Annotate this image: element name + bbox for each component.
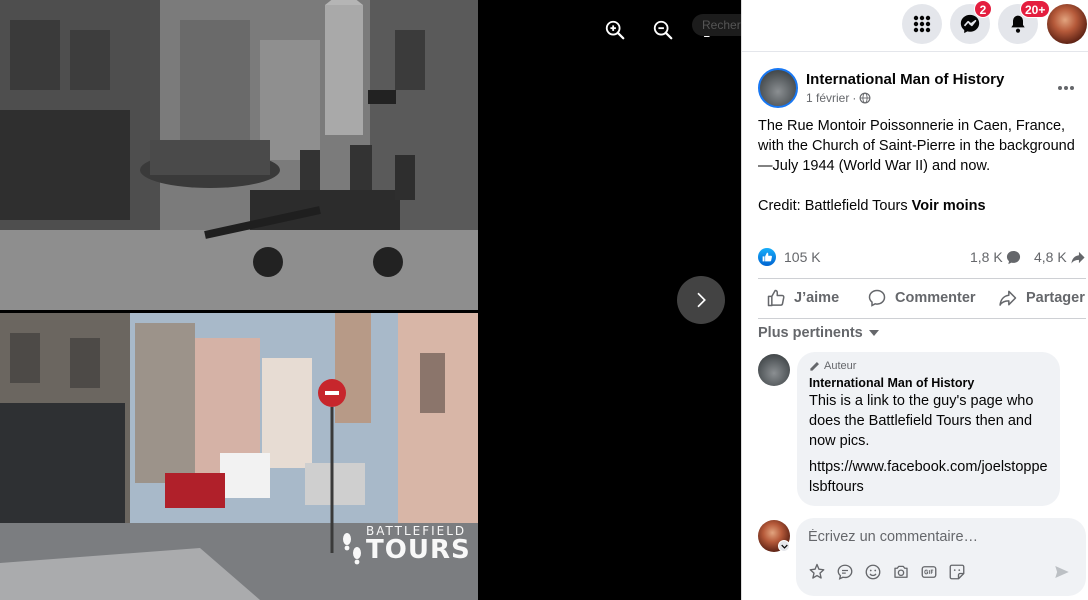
zoom-out-icon — [653, 20, 673, 40]
gif-button[interactable] — [919, 562, 939, 582]
comment-input-box — [796, 518, 1086, 596]
more-options-button[interactable] — [1054, 76, 1078, 100]
chevron-down-icon — [780, 544, 788, 549]
top-navigation: 2 20+ — [742, 0, 1088, 52]
comment-sort-label: Plus pertinents — [758, 325, 863, 341]
author-tag-label: Auteur — [824, 360, 857, 372]
like-reaction-icon[interactable] — [758, 248, 776, 266]
grid-menu-icon — [913, 15, 931, 33]
post-actions: J’aime Commenter Partager — [758, 280, 1088, 316]
avatar-sticker-button[interactable] — [807, 562, 827, 582]
camera-icon — [894, 565, 908, 578]
emoji-button[interactable] — [863, 562, 883, 582]
comment-outline-icon — [868, 289, 886, 307]
comment-composer — [758, 518, 1088, 598]
comment-count[interactable]: 1,8 K — [970, 249, 1021, 265]
share-count[interactable]: 4,8 K — [1034, 249, 1086, 265]
avatar-sticker-icon — [809, 563, 825, 579]
post-header: International Man of History 1 février · — [758, 68, 1078, 108]
globe-icon — [859, 92, 871, 104]
send-comment-button[interactable] — [1052, 562, 1072, 582]
more-dots-icon — [1058, 86, 1074, 90]
share-outline-icon — [999, 290, 1017, 306]
share-button-label: Partager — [1026, 290, 1085, 306]
see-less-link[interactable]: Voir moins — [912, 198, 986, 214]
comment-text: This is a link to the guy's page who doe… — [809, 393, 1034, 449]
battlefield-tours-watermark: BATTLEFIELD TOURS — [340, 525, 471, 565]
account-avatar[interactable] — [1047, 4, 1087, 44]
page-avatar[interactable] — [758, 68, 798, 108]
messenger-badge: 2 — [974, 0, 992, 18]
caret-down-icon — [868, 330, 879, 336]
photo-1944-illustration — [0, 0, 478, 310]
photo-1944 — [0, 0, 478, 310]
comment-sort-dropdown[interactable]: Plus pertinents — [758, 325, 879, 341]
footprints-icon — [343, 533, 361, 565]
zoom-out-button[interactable] — [649, 16, 677, 44]
comment-input[interactable] — [808, 526, 1068, 548]
share-button[interactable]: Partager — [998, 280, 1085, 316]
facebook-photo-viewer: BATTLEFIELD TOURS Recher 2 20+ Internati… — [0, 0, 1088, 600]
search-input-ghost[interactable]: Rechercher sur Facebook — [692, 14, 741, 36]
sticker-icon — [949, 564, 965, 580]
emoji-icon — [865, 564, 881, 580]
reactions-bar: 105 K 1,8 K 4,8 K — [758, 246, 1086, 268]
notifications-badge: 20+ — [1020, 0, 1051, 18]
send-icon — [1055, 566, 1069, 578]
post-text: The Rue Montoir Poissonnerie in Caen, Fr… — [758, 116, 1080, 236]
photo-viewer: BATTLEFIELD TOURS Recher — [0, 0, 741, 600]
page-name-link[interactable]: International Man of History — [806, 71, 1004, 88]
menu-button[interactable] — [902, 4, 942, 44]
pencil-icon — [810, 361, 819, 371]
divider — [758, 278, 1086, 279]
thumbs-up-outline-icon — [767, 289, 785, 307]
zoom-in-icon — [605, 20, 625, 40]
like-button-label: J’aime — [794, 290, 840, 306]
gif-icon — [921, 566, 937, 578]
message-sticker-icon — [837, 564, 853, 580]
camera-button[interactable] — [891, 562, 911, 582]
post-panel: 2 20+ International Man of History 1 fév… — [741, 0, 1088, 600]
author-tag: Auteur — [809, 359, 1048, 373]
share-count-value: 4,8 K — [1034, 249, 1067, 265]
messenger-button[interactable]: 2 — [950, 0, 992, 44]
commenter-name-link[interactable]: International Man of History — [809, 376, 1048, 390]
notifications-button[interactable]: 20+ — [998, 0, 1051, 44]
post-date[interactable]: 1 février — [806, 91, 849, 105]
post-credit: Credit: Battlefield Tours Voir moins — [758, 196, 1080, 216]
post-meta: 1 février · — [806, 91, 871, 105]
comment-sticker-button[interactable] — [835, 562, 855, 582]
comment-button[interactable]: Commenter — [867, 280, 976, 316]
post-text-paragraph: The Rue Montoir Poissonnerie in Caen, Fr… — [758, 118, 1075, 174]
divider — [758, 318, 1086, 319]
profile-switch-chevron[interactable] — [778, 540, 790, 552]
comment-bubble: Auteur International Man of History This… — [797, 352, 1060, 506]
zoom-in-button[interactable] — [601, 16, 629, 44]
like-count[interactable]: 105 K — [784, 249, 821, 265]
meta-separator: · — [852, 91, 857, 105]
thumbs-up-icon — [762, 252, 772, 262]
comment-button-label: Commenter — [895, 290, 976, 306]
comment-link[interactable]: https://www.facebook.com/joelstoppelsbft… — [809, 457, 1048, 497]
commenter-avatar[interactable] — [758, 354, 790, 386]
comment-bubble-icon — [1006, 250, 1020, 264]
post-credit-text: Credit: Battlefield Tours — [758, 198, 912, 214]
sticker-button[interactable] — [947, 562, 967, 582]
comment-count-value: 1,8 K — [970, 249, 1003, 265]
like-button[interactable]: J’aime — [766, 280, 839, 316]
chevron-right-icon — [697, 292, 706, 308]
next-photo-button[interactable] — [677, 276, 725, 324]
share-arrow-icon — [1071, 251, 1085, 264]
